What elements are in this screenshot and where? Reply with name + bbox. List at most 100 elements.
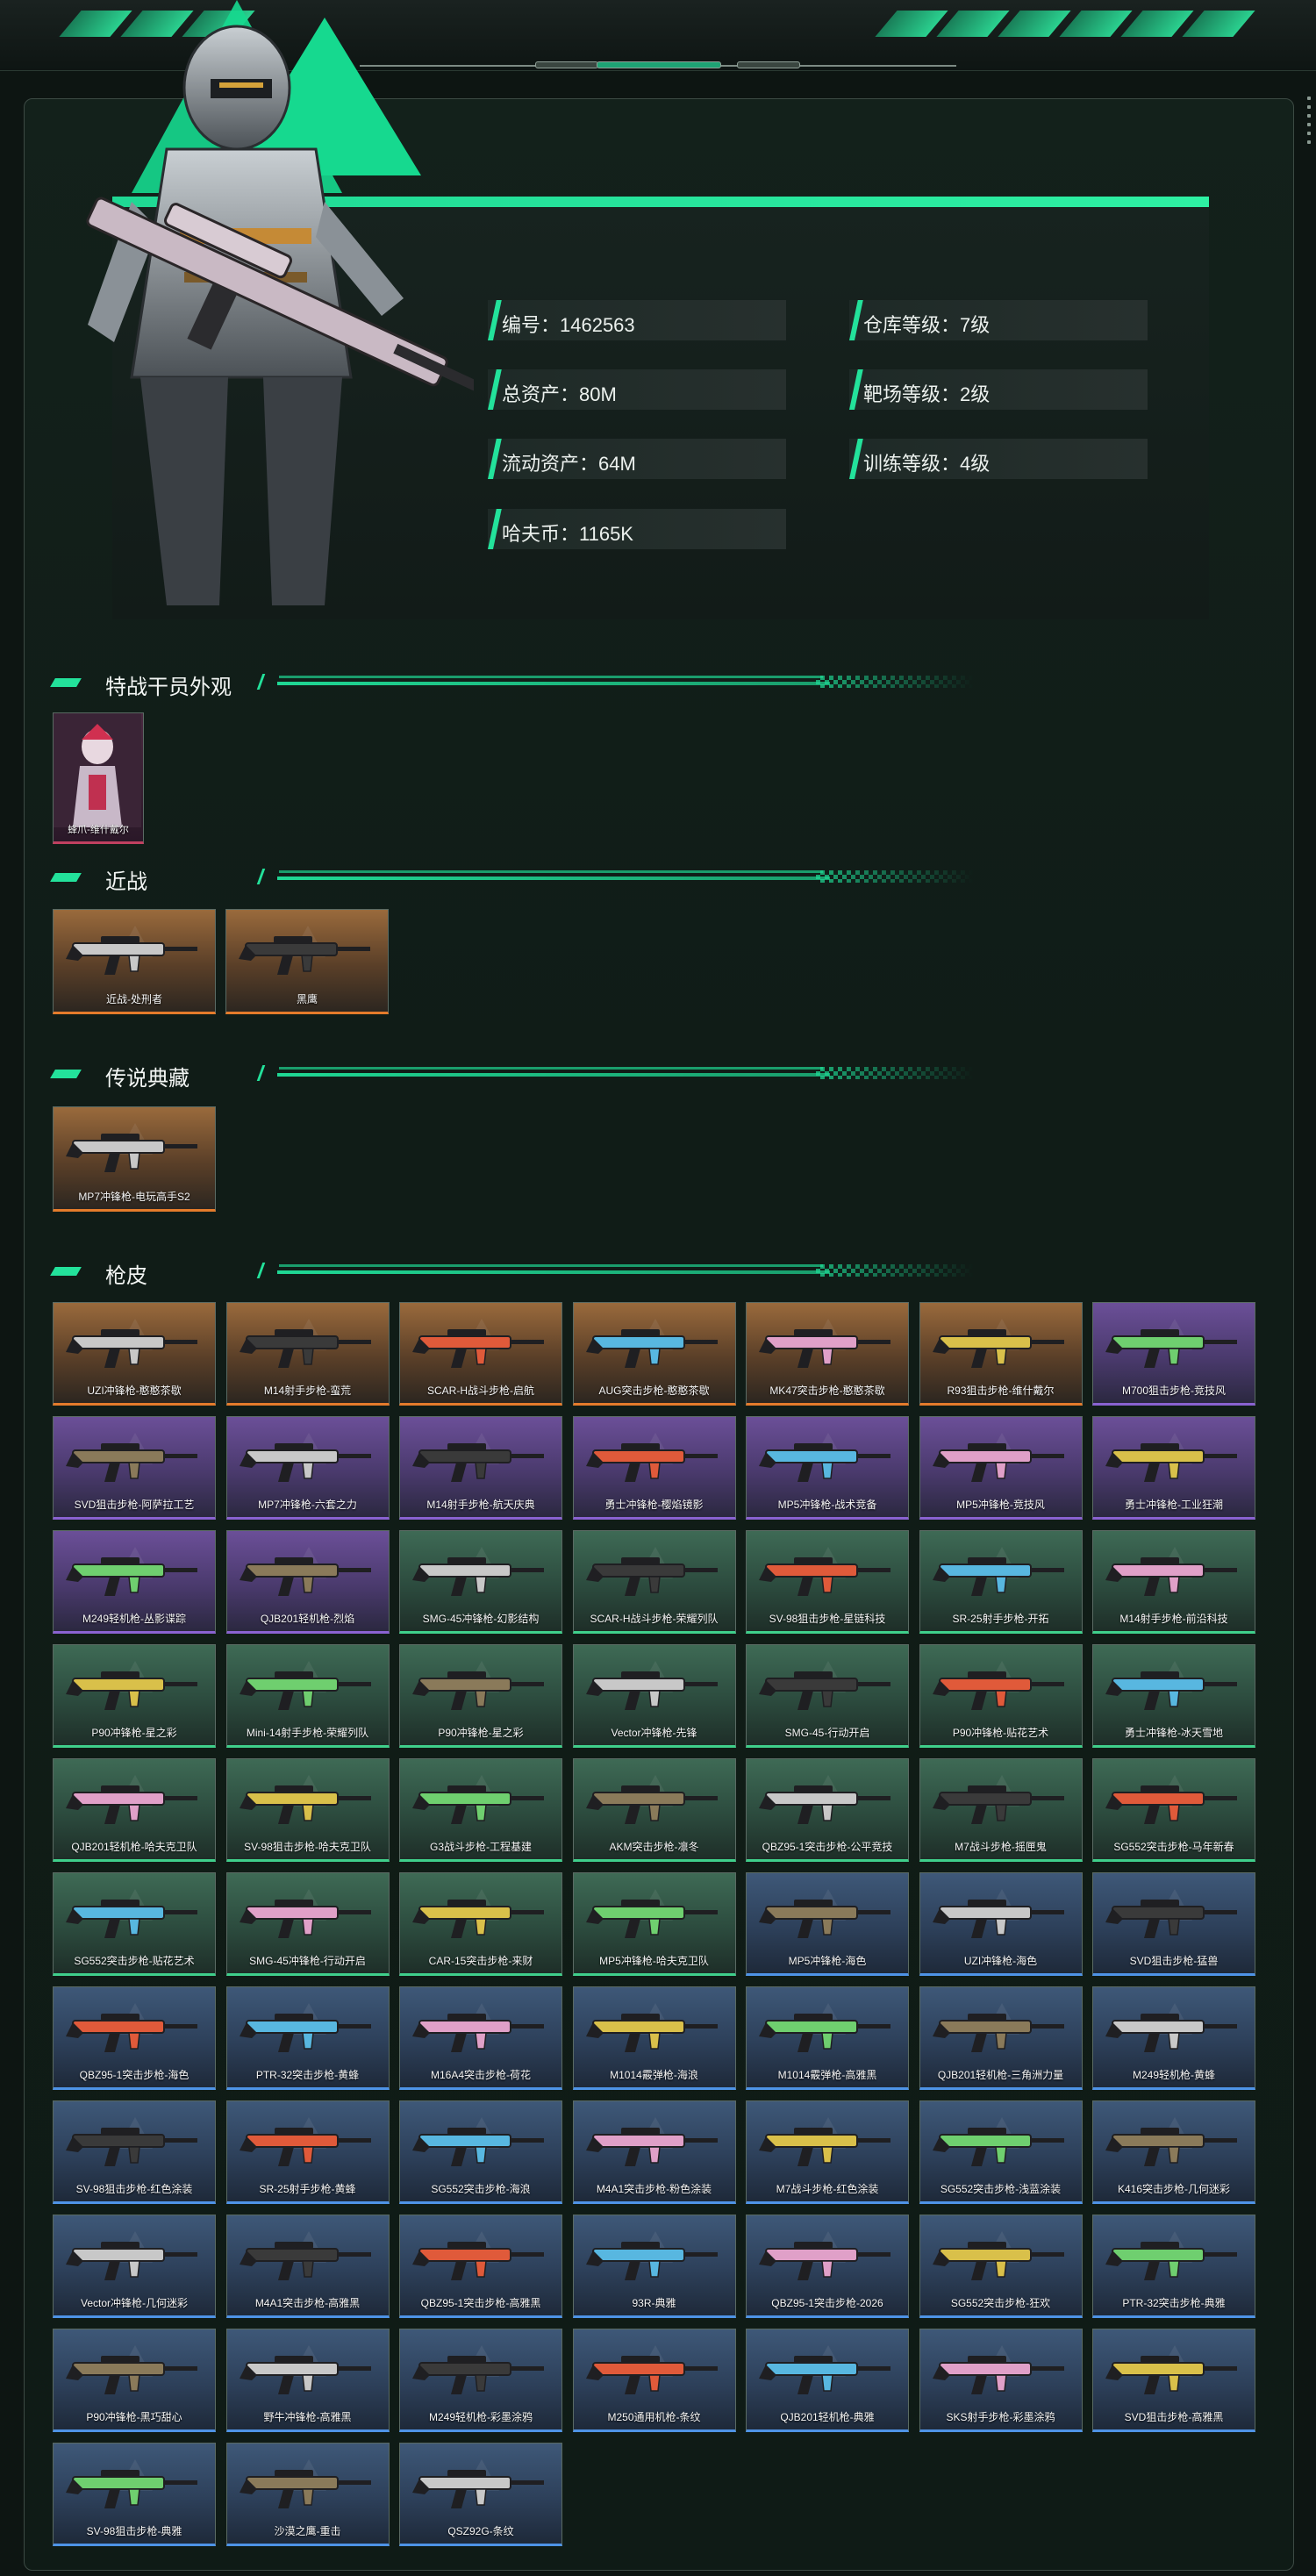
item-card[interactable]: SG552突击步枪-海浪 [399, 2100, 562, 2204]
item-card[interactable]: 野牛冲锋枪-高雅黑 [225, 2329, 390, 2432]
item-card[interactable]: G3战斗步枪-工程基建 [399, 1758, 562, 1862]
item-card[interactable]: SV-98狙击步枪-红色涂装 [53, 2100, 216, 2204]
item-card[interactable]: 勇士冲锋枪-工业狂潮 [1092, 1416, 1255, 1520]
item-name: R93狙击步枪-维什戴尔 [947, 1385, 1055, 1397]
item-card[interactable]: M7战斗步枪-红色涂装 [746, 2100, 909, 2204]
item-card[interactable]: P90冲锋枪-贴花艺术 [919, 1644, 1083, 1748]
item-card[interactable]: 勇士冲锋枪-冰天雪地 [1092, 1644, 1255, 1748]
item-card[interactable]: QBZ95-1突击步枪-2026 [746, 2215, 909, 2318]
item-card[interactable]: Mini-14射手步枪-荣耀列队 [225, 1644, 390, 1748]
item-card[interactable]: Vector冲锋枪-先锋 [572, 1644, 736, 1748]
item-card[interactable]: P90冲锋枪-星之彩 [53, 1644, 216, 1748]
item-card[interactable]: P90冲锋枪-星之彩 [399, 1644, 562, 1748]
item-name: K416突击步枪-几何迷彩 [1117, 2183, 1231, 2195]
item-card[interactable]: SG552突击步枪-马年新春 [1092, 1758, 1255, 1862]
item-card[interactable]: QSZ92G-条纹 [399, 2443, 562, 2546]
item-card[interactable]: MP7冲锋枪-电玩高手S2 [53, 1106, 216, 1212]
item-card[interactable]: M7战斗步枪-摇匣鬼 [919, 1758, 1083, 1862]
item-card[interactable]: 近战-处刑者 [53, 909, 216, 1014]
item-card[interactable]: SVD狙击步枪-高雅黑 [1092, 2329, 1255, 2432]
item-card[interactable]: SCAR-H战斗步枪-荣耀列队 [572, 1530, 736, 1634]
item-card[interactable]: CAR-15突击步枪-来财 [399, 1872, 562, 1976]
item-card[interactable]: SG552突击步枪-狂欢 [919, 2215, 1083, 2318]
item-card[interactable]: SMG-45冲锋枪-行动开启 [225, 1872, 390, 1976]
item-card[interactable]: PTR-32突击步枪-典雅 [1092, 2215, 1255, 2318]
scroll-indicator[interactable] [1307, 97, 1312, 149]
item-card[interactable]: MK47突击步枪-憨憨茶歇 [746, 1302, 909, 1406]
item-card[interactable]: M4A1突击步枪-粉色涂装 [572, 2100, 736, 2204]
item-card[interactable]: PTR-32突击步枪-黄蜂 [225, 1986, 390, 2090]
weapon-image [932, 1443, 1064, 1482]
item-card[interactable]: SKS射手步枪-彩墨涂鸦 [919, 2329, 1083, 2432]
item-card[interactable]: M249轻机枪-丛影谍踪 [53, 1530, 216, 1634]
item-card[interactable]: SCAR-H战斗步枪-启航 [399, 1302, 562, 1406]
item-card[interactable]: M249轻机枪-黄蜂 [1092, 1986, 1255, 2090]
operator-skin-card[interactable]: 蜂爪-维什戴尔 [53, 712, 144, 844]
item-card[interactable]: M249轻机枪-彩墨涂鸦 [399, 2329, 562, 2432]
item-card[interactable]: R93狙击步枪-维什戴尔 [919, 1302, 1083, 1406]
weapon-image [239, 2014, 371, 2052]
item-card[interactable]: M14射手步枪-航天庆典 [399, 1416, 562, 1520]
item-card[interactable]: QBZ95-1突击步枪-海色 [53, 1986, 216, 2090]
item-card[interactable]: QJB201轻机枪-三角洲力量 [919, 1986, 1083, 2090]
item-card[interactable]: QBZ95-1突击步枪-高雅黑 [399, 2215, 562, 2318]
item-card[interactable]: K416突击步枪-几何迷彩 [1092, 2100, 1255, 2204]
item-card[interactable]: M700狙击步枪-竞技风 [1092, 1302, 1255, 1406]
item-card[interactable]: M14射手步枪-前沿科技 [1092, 1530, 1255, 1634]
item-card[interactable]: M250通用机枪-条纹 [572, 2329, 736, 2432]
item-card[interactable]: 黑鹰 [225, 909, 389, 1014]
item-card[interactable]: SVD狙击步枪-猛兽 [1092, 1872, 1255, 1976]
item-card[interactable]: Vector冲锋枪-几何迷彩 [53, 2215, 216, 2318]
item-card[interactable]: 93R-典雅 [572, 2215, 736, 2318]
item-card[interactable]: MP5冲锋枪-海色 [746, 1872, 909, 1976]
item-name: 沙漠之鹰-重击 [274, 2525, 341, 2537]
item-card[interactable]: QBZ95-1突击步枪-公平竞技 [746, 1758, 909, 1862]
item-card[interactable]: SVD狙击步枪-阿萨拉工艺 [53, 1416, 216, 1520]
item-card[interactable]: MP5冲锋枪-哈夫克卫队 [572, 1872, 736, 1976]
item-card[interactable]: SR-25射手步枪-开拓 [919, 1530, 1083, 1634]
item-name: SV-98狙击步枪-典雅 [86, 2525, 182, 2537]
item-name: CAR-15突击步枪-来财 [428, 1955, 533, 1967]
item-card[interactable]: SG552突击步枪-浅蓝涂装 [919, 2100, 1083, 2204]
section-title: 传说典藏 [105, 1067, 190, 1091]
item-card[interactable]: AUG突击步枪-憨憨茶歇 [572, 1302, 736, 1406]
item-card[interactable]: SMG-45-行动开启 [746, 1644, 909, 1748]
item-name: SR-25射手步枪-黄蜂 [259, 2183, 356, 2195]
item-name: M1014霰弹枪-高雅黑 [777, 2069, 877, 2081]
item-card[interactable]: SV-98狙击步枪-星链科技 [746, 1530, 909, 1634]
banner-stripe [936, 11, 1010, 37]
weapon-image [239, 1900, 371, 1938]
item-card[interactable]: MP5冲锋枪-战术竞备 [746, 1416, 909, 1520]
item-card[interactable]: SG552突击步枪-贴花艺术 [53, 1872, 216, 1976]
item-card[interactable]: P90冲锋枪-黑巧甜心 [53, 2329, 216, 2432]
item-card[interactable]: MP7冲锋枪-六套之力 [225, 1416, 390, 1520]
item-name: 勇士冲锋枪-冰天雪地 [1125, 1727, 1223, 1739]
item-card[interactable]: UZI冲锋枪-憨憨茶歇 [53, 1302, 216, 1406]
item-card[interactable]: QJB201轻机枪-哈夫克卫队 [53, 1758, 216, 1862]
item-name: SV-98狙击步枪-红色涂装 [75, 2183, 193, 2195]
item-card[interactable]: M1014霰弹枪-海浪 [572, 1986, 736, 2090]
item-card[interactable]: M16A4突击步枪-荷花 [399, 1986, 562, 2090]
item-card[interactable]: AKM突击步枪-凛冬 [572, 1758, 736, 1862]
item-card[interactable]: QJB201轻机枪-典雅 [746, 2329, 909, 2432]
item-card[interactable]: UZI冲锋枪-海色 [919, 1872, 1083, 1976]
item-card[interactable]: 勇士冲锋枪-樱焰镜影 [572, 1416, 736, 1520]
weapon-image [412, 2356, 544, 2394]
item-card[interactable]: QJB201轻机枪-烈焰 [225, 1530, 390, 1634]
item-card[interactable]: SV-98狙击步枪-哈夫克卫队 [225, 1758, 390, 1862]
item-name: M700狙击步枪-竞技风 [1121, 1385, 1226, 1397]
item-card[interactable]: SR-25射手步枪-黄蜂 [225, 2100, 390, 2204]
item-name: SMG-45-行动开启 [784, 1727, 870, 1739]
weapon-image [412, 2242, 544, 2280]
banner-stripe [1182, 11, 1255, 37]
stat-range-level-text: 靶场等级：2级 [863, 383, 991, 405]
item-card[interactable]: M4A1突击步枪-高雅黑 [225, 2215, 390, 2318]
item-card[interactable]: M1014霰弹枪-高雅黑 [746, 1986, 909, 2090]
item-name: UZI冲锋枪-憨憨茶歇 [87, 1385, 182, 1397]
item-card[interactable]: SMG-45冲锋枪-幻影结构 [399, 1530, 562, 1634]
item-name: UZI冲锋枪-海色 [963, 1955, 1038, 1967]
item-card[interactable]: M14射手步枪-蛮荒 [225, 1302, 390, 1406]
item-card[interactable]: 沙漠之鹰-重击 [225, 2443, 390, 2546]
item-card[interactable]: MP5冲锋枪-竞技风 [919, 1416, 1083, 1520]
item-card[interactable]: SV-98狙击步枪-典雅 [53, 2443, 216, 2546]
